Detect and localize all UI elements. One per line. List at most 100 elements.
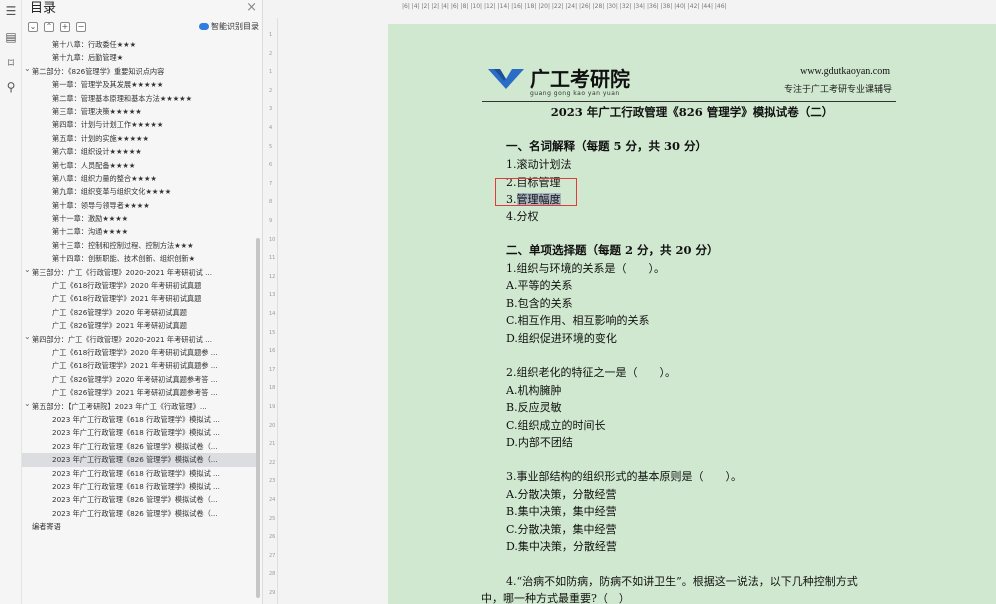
option: D.组织促进环境的变化 <box>506 332 617 345</box>
ruler-tick: 18 <box>269 385 276 392</box>
ruler-tick: 13 <box>269 292 276 299</box>
ruler-tick: 2 <box>269 87 273 94</box>
ruler-tick: 29 <box>269 590 276 596</box>
outline-section[interactable]: 第五部分：【广工考研院】2023 年广工《行政管理》... <box>22 400 256 413</box>
ruler-tick: 24 <box>269 497 276 503</box>
outline-item[interactable]: 广工《826管理学》2020 年考研初试真题参考答 ... <box>22 373 256 386</box>
smart-toc-button[interactable]: 智能识别目录 <box>199 21 259 33</box>
ruler-tick: 11 <box>269 255 276 262</box>
outline-toolbar: ⌄ ⌃ + − 智能识别目录 <box>22 19 263 37</box>
ruler-tick: 22 <box>269 459 276 466</box>
outline-item[interactable]: 第十二章：沟通★★★★ <box>22 225 256 238</box>
outline-item[interactable]: 第十一章：激励★★★★ <box>22 212 256 225</box>
ruler-tick: 1 <box>269 32 273 38</box>
outline-item[interactable]: 2023 年广工行政管理《826 管理学》模拟试卷（... <box>22 493 256 506</box>
ruler-tick: 17 <box>269 366 276 373</box>
outline-item[interactable]: 编者寄语 <box>22 520 256 533</box>
option: B.包含的关系 <box>506 297 573 310</box>
horizontal-ruler: |6| |4| |2| |2| |4| |6| |8| |10| |12| |1… <box>390 0 996 14</box>
thumbnail-icon[interactable]: ▤ <box>4 30 18 44</box>
ruler-tick: 12 <box>269 273 276 280</box>
option: D.内部不团结 <box>506 436 573 449</box>
ruler-tick: 26 <box>269 534 276 541</box>
outline-section[interactable]: 第二部分：《826管理学》重要知识点内容 <box>22 65 256 78</box>
document-page: 广工考研院 guang gong kao yan yuan www.gdutka… <box>388 24 996 604</box>
smart-toc-icon <box>199 23 209 30</box>
outline-item[interactable]: 广工《618行政管理学》2021 年考研初试真题 <box>22 292 256 305</box>
document-content: 2023 年广工行政管理《826 管理学》模拟试卷（二） 一、名词解释（每题 5… <box>388 24 996 604</box>
outline-item[interactable]: 第三章：管理决策★★★★★ <box>22 105 256 118</box>
outline-item[interactable]: 广工《618行政管理学》2020 年考研初试真题 <box>22 279 256 292</box>
ruler-tick: 7 <box>269 180 273 187</box>
outline-item[interactable]: 第十四章：创新职能、技术创新、组织创新★ <box>22 252 256 265</box>
option: A.分散决策，分散经营 <box>506 488 617 501</box>
option: D.集中决策，分散经营 <box>506 540 617 553</box>
question-stem: 1.组织与环境的关系是（ ）。 <box>506 262 665 275</box>
outline-section[interactable]: 第四部分：广工《行政管理》2020-2021 年考研初试 ... <box>22 333 256 346</box>
option: B.反应灵敏 <box>506 401 562 414</box>
bookmark-icon[interactable]: ⌑ <box>4 56 18 70</box>
outline-item[interactable]: 第九章：组织变革与组织文化★★★★ <box>22 185 256 198</box>
outline-item[interactable]: 第十章：领导与领导者★★★★ <box>22 199 256 212</box>
ruler-tick: 4 <box>269 125 273 131</box>
ruler-tick: 19 <box>269 404 276 410</box>
ruler-tick: 8 <box>269 199 273 206</box>
outline-scroll-thumb[interactable] <box>256 238 260 598</box>
option: A.机构臃肿 <box>506 384 562 397</box>
ruler-tick: 16 <box>269 348 276 355</box>
outline-item[interactable]: 2023 年广工行政管理《618 行政管理学》模拟试 ... <box>22 467 256 480</box>
expand-up-button[interactable]: ⌃ <box>44 22 54 32</box>
outline-item[interactable]: 第二章：管理基本原理和基本方法★★★★★ <box>22 92 256 105</box>
ruler-tick: 5 <box>269 143 273 150</box>
add-outline-button[interactable]: + <box>60 22 70 32</box>
outline-title: 目录 <box>30 1 57 16</box>
option: A.平等的关系 <box>506 279 573 292</box>
ruler-tick: 10 <box>269 236 276 243</box>
outline-item[interactable]: 广工《618行政管理学》2021 年考研初试真题参 ... <box>22 359 256 372</box>
outline-item[interactable]: 广工《826管理学》2020 年考研初试真题 <box>22 306 256 319</box>
term-item: 4.分权 <box>506 210 539 223</box>
collapse-all-button[interactable]: ⌄ <box>28 22 38 32</box>
outline-item[interactable]: 2023 年广工行政管理《618 行政管理学》模拟试 ... <box>22 413 256 426</box>
outline-item[interactable]: 2023 年广工行政管理《826 管理学》模拟试卷（... <box>22 453 256 467</box>
ruler-tick: 14 <box>269 311 276 317</box>
section-heading: 二、单项选择题（每题 2 分，共 20 分） <box>506 243 719 257</box>
search-icon[interactable]: ⚲ <box>4 80 18 94</box>
outline-item[interactable]: 第十三章：控制和控制过程、控制方法★★★ <box>22 239 256 252</box>
outline-item[interactable]: 广工《618行政管理学》2020 年考研初试真题参 ... <box>22 346 256 359</box>
ruler-tick: 20 <box>269 422 276 429</box>
option: C.分散决策，集中经营 <box>506 523 617 536</box>
outline-item[interactable]: 2023 年广工行政管理《618 行政管理学》模拟试 ... <box>22 480 256 493</box>
close-icon[interactable]: × <box>246 1 257 15</box>
outline-item[interactable]: 第六章：组织设计★★★★★ <box>22 145 256 158</box>
term-item: 1.滚动计划法 <box>506 158 572 171</box>
outline-item[interactable]: 广工《826管理学》2021 年考研初试真题 <box>22 319 256 332</box>
ruler-tick: 15 <box>269 329 276 336</box>
ruler-tick: 3 <box>269 106 273 113</box>
pdf-reader-window: ☰ ▤ ⌑ ⚲ 目录 × ⌄ ⌃ + − 智能识别目录 第十八章：行政委任★★★… <box>0 0 996 604</box>
option: B.集中决策，集中经营 <box>506 505 617 518</box>
outline-item[interactable]: 第八章：组织力量的整合★★★★ <box>22 172 256 185</box>
question-stem: 3.事业部结构的组织形式的基本原则是（ ）。 <box>506 470 742 483</box>
outline-icon[interactable]: ☰ <box>4 4 18 18</box>
remove-outline-button[interactable]: − <box>76 22 86 32</box>
vertical-ruler: 1 2 1 2 3 4 5 6 7 8 9 10 11 12 13 14 15 16 17 18 19 20 21 22 23 2… <box>266 18 278 604</box>
outline-item[interactable]: 2023 年广工行政管理《826 管理学》模拟试卷（... <box>22 507 256 520</box>
outline-item[interactable]: 第七章：人员配备★★★★ <box>22 159 256 172</box>
outline-scrollbar[interactable] <box>255 38 261 604</box>
question-stem-continued: 中，哪一种方式最重要?（ ） <box>481 592 630 604</box>
outline-item[interactable]: 第五章：计划的实施★★★★★ <box>22 132 256 145</box>
annotation-box <box>495 178 577 206</box>
outline-item[interactable]: 2023 年广工行政管理《826 管理学》模拟试卷（... <box>22 440 256 453</box>
ruler-tick: 21 <box>269 441 276 448</box>
outline-item[interactable]: 第十八章：行政委任★★★ <box>22 38 256 51</box>
outline-list: 第十八章：行政委任★★★第十九章：后勤管理★第二部分：《826管理学》重要知识点… <box>22 38 256 604</box>
outline-item[interactable]: 第十九章：后勤管理★ <box>22 51 256 64</box>
outline-section[interactable]: 第三部分：广工《行政管理》2020-2021 年考研初试 ... <box>22 266 256 279</box>
outline-item[interactable]: 第一章：管理学及其发展★★★★★ <box>22 78 256 91</box>
outline-item[interactable]: 2023 年广工行政管理《618 行政管理学》模拟试 ... <box>22 426 256 439</box>
ruler-tick: 2 <box>269 50 273 57</box>
smart-toc-label: 智能识别目录 <box>211 22 259 31</box>
outline-item[interactable]: 第四章：计划与计划工作★★★★★ <box>22 118 256 131</box>
outline-item[interactable]: 广工《826管理学》2021 年考研初试真题参考答 ... <box>22 386 256 399</box>
